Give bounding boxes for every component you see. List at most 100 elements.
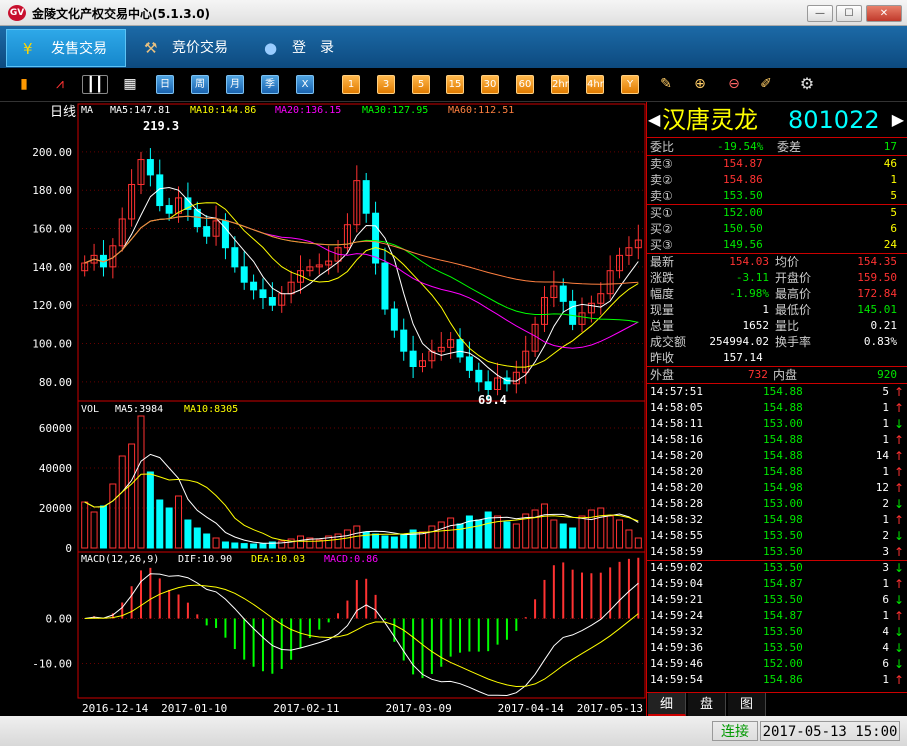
trade-row: 14:59:32 153.50 4 ↓: [647, 624, 907, 640]
prev-close-label: 昨收: [650, 351, 675, 365]
period-week-button[interactable]: 周: [191, 75, 209, 94]
min-5-button[interactable]: 5: [412, 75, 430, 94]
status-bar: 连接 2017-05-13 15:00: [0, 716, 907, 746]
trade-time: 14:57:51: [650, 385, 703, 398]
kline-chart[interactable]: 200.00 180.00 160.00 140.00 120.00 100.00 80.0…: [0, 102, 646, 716]
trade-volume: 6: [882, 657, 889, 670]
zoom-in-icon[interactable]: ⊕: [690, 75, 710, 94]
status-datetime: 2017-05-13 15:00: [760, 721, 900, 741]
weibi-label: 委比: [650, 140, 675, 154]
tab-chart[interactable]: 图: [728, 693, 766, 716]
trade-volume: 14: [875, 449, 889, 462]
prev-stock-icon[interactable]: ◀: [648, 102, 660, 138]
zoom-out-icon[interactable]: ⊖: [724, 75, 744, 94]
candle-chart-icon[interactable]: ┃┃: [82, 75, 108, 94]
volume-bar: [99, 505, 107, 549]
tab-label: 竞价交易: [172, 40, 228, 56]
maximize-icon[interactable]: ☐: [836, 5, 862, 22]
bar-chart-icon[interactable]: ▮: [14, 75, 34, 94]
tab-detail[interactable]: 细: [648, 693, 686, 716]
min-1-button[interactable]: 1: [342, 75, 360, 94]
arrow-up-icon: ↑: [893, 449, 904, 463]
line-chart-icon[interactable]: ⩘: [50, 75, 70, 94]
hr-4-button[interactable]: 4hr: [586, 75, 604, 94]
tab-sale-trading[interactable]: ¥ 发售交易: [6, 29, 126, 67]
ask-price: 153.50: [723, 189, 763, 202]
chart-toolbar: ▮ ⩘ ┃┃ ▦ 日 周 月 季 X 1 3 5 15 30 60 2hr 4h…: [0, 68, 907, 102]
year-button[interactable]: Y: [621, 75, 639, 94]
bid-row: 买③ 149.56 24: [647, 237, 907, 253]
stat-label: 最新: [650, 255, 675, 269]
hr-2-button[interactable]: 2hr: [551, 75, 569, 94]
stat-value: 1: [762, 303, 769, 316]
next-stock-icon[interactable]: ▶: [892, 102, 904, 138]
min-60-button[interactable]: 60: [516, 75, 534, 94]
arrow-up-icon: ↑: [893, 385, 904, 399]
candle-body: [231, 247, 239, 268]
arrow-down-icon: ↓: [893, 641, 904, 655]
trade-time: 14:58:32: [650, 513, 703, 526]
candle-body: [381, 262, 389, 310]
tab-book[interactable]: 盘: [688, 693, 726, 716]
ma-label: MA: [81, 105, 93, 116]
volume-bar: [212, 537, 220, 549]
bid-volume: 5: [890, 206, 897, 219]
min-15-button[interactable]: 15: [446, 75, 464, 94]
volume-bar: [240, 543, 248, 549]
outer-label: 外盘: [650, 368, 675, 382]
trade-time: 14:58:28: [650, 497, 703, 510]
period-day-button[interactable]: 日: [156, 75, 174, 94]
trade-row: 14:57:51 154.88 5 ↑: [647, 384, 907, 400]
trade-row: 14:58:28 153.00 2 ↓: [647, 496, 907, 512]
volume-bar: [278, 540, 286, 549]
dea-value: 10.03: [275, 554, 305, 565]
gavel-icon: ⚒: [144, 39, 158, 57]
minimize-icon[interactable]: —: [807, 5, 833, 22]
detail-tabs: 细 盘 图: [646, 692, 907, 716]
trade-row: 14:58:20 154.88 1 ↑: [647, 464, 907, 480]
stat-row: 总量 1652 量比 0.21: [647, 318, 907, 334]
calendar-icon[interactable]: ▦: [120, 75, 140, 94]
stat-label: 均价: [775, 255, 800, 269]
min-3-button[interactable]: 3: [377, 75, 395, 94]
trade-row: 14:58:59 153.50 3 ↑: [647, 544, 907, 561]
macd-tick: -10.00: [32, 658, 72, 671]
x-date-label: 2017-02-11: [273, 702, 339, 715]
period-x-button[interactable]: X: [296, 75, 314, 94]
ma10-value: 144.86: [220, 105, 256, 116]
trade-volume: 12: [875, 481, 889, 494]
ask-label: 卖③: [650, 157, 673, 171]
stock-code: 801022: [788, 106, 880, 134]
ma5-value: 147.81: [134, 105, 170, 116]
low-mark: 69.4: [478, 393, 507, 407]
tab-login[interactable]: ● 登 录: [248, 29, 358, 67]
trade-time: 14:59:54: [650, 673, 703, 686]
trade-volume: 3: [882, 545, 889, 558]
candle-body: [465, 356, 473, 371]
x-date-label: 2017-04-14: [498, 702, 565, 715]
draw-icon[interactable]: ✐: [756, 75, 776, 94]
price-tick: 140.00: [32, 261, 72, 274]
period-month-button[interactable]: 月: [226, 75, 244, 94]
close-icon[interactable]: ✕: [866, 5, 902, 22]
ask-volume: 5: [890, 189, 897, 202]
period-quarter-button[interactable]: 季: [261, 75, 279, 94]
trade-volume: 1: [882, 465, 889, 478]
trade-time: 14:58:59: [650, 545, 703, 558]
trade-volume: 5: [882, 385, 889, 398]
arrow-up-icon: ↑: [893, 513, 904, 527]
min-30-button[interactable]: 30: [481, 75, 499, 94]
trade-row: 14:58:05 154.88 1 ↑: [647, 400, 907, 416]
bid-row: 买① 152.00 5: [647, 205, 907, 221]
volume-bar: [512, 523, 520, 549]
volume-tick: 20000: [39, 502, 72, 515]
candle-body: [569, 300, 577, 325]
tab-auction-trading[interactable]: ⚒ 竞价交易: [128, 29, 248, 67]
gear-icon[interactable]: ⚙: [797, 75, 817, 94]
arrow-up-icon: ↑: [893, 545, 904, 559]
weibi-value: -19.54%: [717, 140, 764, 153]
edit-icon[interactable]: ✎: [656, 75, 676, 94]
stat-label: 最低价: [775, 303, 812, 317]
trade-list[interactable]: 14:57:51 154.88 5 ↑ 14:58:05 154.88 1 ↑ 14:58:11…: [647, 384, 907, 688]
volume-bar: [437, 521, 445, 549]
